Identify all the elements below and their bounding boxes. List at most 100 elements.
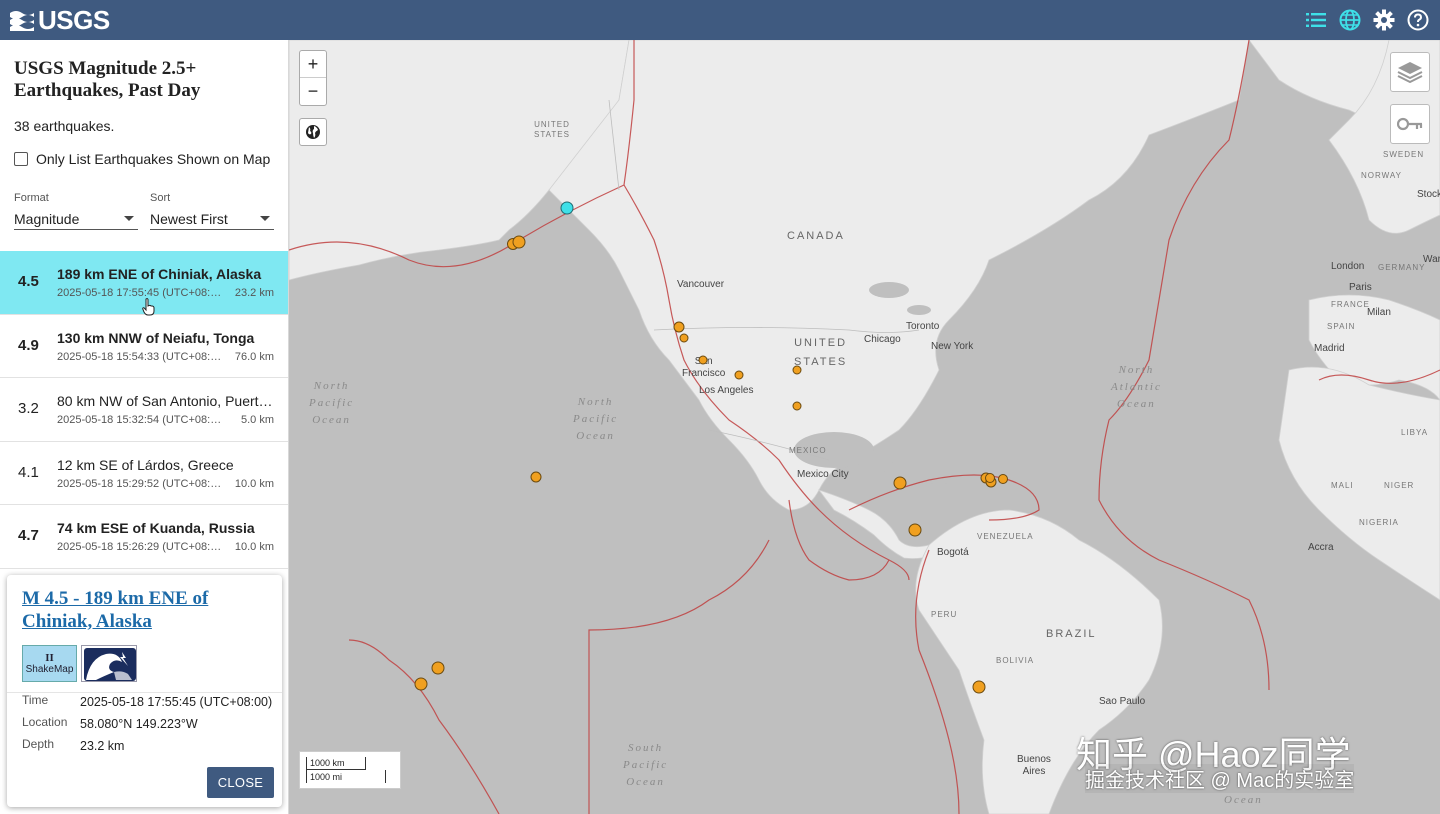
earthquake-marker-selected[interactable] [560,201,574,215]
label-germany: GERMANY [1378,263,1426,272]
globe-icon[interactable] [1338,8,1362,32]
earthquake-marker[interactable] [414,677,428,691]
depth-value: 23.2 km [80,739,125,753]
basemap [289,40,1440,814]
layers-button[interactable] [1390,52,1430,92]
earthquake-marker[interactable] [512,235,526,249]
label-united-states: UNITED STATES [794,337,848,368]
label-mali: MALI [1331,481,1354,490]
earthquake-place: 130 km NNW of Neiafu, Tonga [57,329,255,346]
only-list-label: Only List Earthquakes Shown on Map [36,151,271,167]
popup-divider [7,692,282,693]
hand-cursor-icon [142,298,155,316]
format-value: Magnitude [14,210,80,227]
time-label: Time [22,693,49,707]
popup-title-link[interactable]: M 4.5 - 189 km ENE of Chiniak, Alaska [22,587,272,633]
map-area[interactable]: UNITED STATES CANADA UNITED STATES MEXIC… [289,40,1440,814]
earthquake-marker[interactable] [673,321,685,333]
legend-button[interactable] [1390,104,1430,144]
shakemap-intensity: II [45,652,54,664]
label-vancouver: Vancouver [677,279,725,290]
label-paris: Paris [1349,282,1372,293]
earthquake-marker[interactable] [792,365,802,375]
close-button[interactable]: CLOSE [207,767,274,798]
earthquake-marker[interactable] [792,401,802,411]
label-venezuela: VENEZUELA [977,532,1034,541]
label-los-angeles: Los Angeles [699,385,754,396]
label-norway: NORWAY [1361,171,1402,180]
earthquake-time: 2025-05-18 17:55:45 (UTC+08:00) [57,287,223,299]
earthquake-marker[interactable] [698,355,708,365]
label-warsaw: War [1423,254,1440,265]
earthquake-place: 189 km ENE of Chiniak, Alaska [57,266,262,282]
label-south-atlantic: Ocean [1224,794,1263,806]
scale-mi: 1000 mi [306,770,386,783]
earthquake-list-item[interactable]: 3.2 80 km NW of San Antonio, Puerto Rico… [0,378,288,442]
shakemap-label: ShakeMap [25,664,74,675]
earthquake-marker[interactable] [893,476,907,490]
help-icon[interactable] [1406,8,1430,32]
earthquake-depth: 10.0 km [234,477,274,490]
world-view-button[interactable] [299,118,327,146]
only-list-checkbox[interactable] [14,152,28,166]
label-north-pacific: North Pacific Ocean [573,396,619,442]
label-toronto: Toronto [906,321,940,332]
earthquake-list-item[interactable]: 4.1 12 km SE of Lárdos, Greece 2025-05-1… [0,442,288,505]
earthquake-marker[interactable] [998,474,1008,484]
earthquake-list-item[interactable]: 4.7 74 km ESE of Kuanda, Russia 2025-05-… [0,505,288,569]
usgs-logo-text: USGS [38,4,110,35]
earthquake-time: 2025-05-18 15:26:29 (UTC+08:00) [57,541,223,553]
label-united-states-north: UNITED STATES [534,120,570,139]
sort-select[interactable]: Sort Newest First [150,192,274,230]
tsunami-icon[interactable] [81,645,137,682]
label-nigeria: NIGERIA [1359,518,1399,527]
zoom-in-button[interactable]: + [300,51,326,78]
only-list-checkbox-row[interactable]: Only List Earthquakes Shown on Map [14,151,270,167]
label-chicago: Chicago [864,334,901,345]
label-sweden: SWEDEN [1383,150,1425,159]
earthquake-marker[interactable] [972,680,986,694]
label-sao-paulo: Sao Paulo [1099,696,1146,707]
label-peru: PERU [931,610,958,619]
earthquake-magnitude: 3.2 [18,400,39,417]
label-south-pacific: South Pacific Ocean [623,742,669,788]
earthquake-time: 2025-05-18 15:54:33 (UTC+08:00) [57,350,223,363]
label-spain: SPAIN [1327,322,1356,331]
scale-km: 1000 km [306,757,366,770]
earthquake-list-item[interactable]: 4.9 130 km NNW of Neiafu, Tonga 2025-05-… [0,315,288,378]
label-bogota: Bogotá [937,547,969,558]
earthquake-time: 2025-05-18 15:29:52 (UTC+08:00) [57,477,223,490]
earthquake-place: 80 km NW of San Antonio, Puerto Rico [57,393,279,409]
label-london: London [1331,261,1365,272]
label-milan: Milan [1367,307,1391,318]
dropdown-caret-icon [260,216,270,221]
format-select[interactable]: Format Magnitude [14,192,138,230]
label-mexico-city: Mexico City [797,469,849,480]
earthquake-marker[interactable] [530,471,542,483]
earthquake-magnitude: 4.1 [18,463,39,481]
label-niger: NIGER [1384,481,1415,490]
earthquake-time: 2025-05-18 15:32:54 (UTC+08:00) [57,414,223,426]
dropdown-caret-icon [124,216,134,221]
earthquake-marker[interactable] [431,661,445,675]
earthquake-marker[interactable] [908,523,922,537]
shakemap-badge[interactable]: II ShakeMap [22,645,77,682]
scale-bar: 1000 km 1000 mi [299,751,401,789]
zoom-out-button[interactable]: − [300,78,326,105]
earthquake-depth: 76.0 km [234,350,274,363]
earthquake-count: 38 earthquakes. [14,118,115,134]
earthquake-marker[interactable] [985,473,995,483]
location-label: Location [22,715,68,729]
sort-value: Newest First [150,210,228,227]
usgs-logo[interactable]: USGS [10,5,110,36]
earthquake-marker[interactable] [679,333,689,343]
gear-icon[interactable] [1372,8,1396,32]
earthquake-marker[interactable] [734,370,744,380]
label-new-york: New York [931,341,974,352]
header-icons [1304,8,1430,32]
label-stockholm: Stockho [1417,189,1440,200]
list-icon[interactable] [1304,8,1328,32]
globe-icon [306,125,320,139]
earthquake-magnitude: 4.5 [18,273,39,290]
time-value: 2025-05-18 17:55:45 (UTC+08:00) [80,695,273,709]
